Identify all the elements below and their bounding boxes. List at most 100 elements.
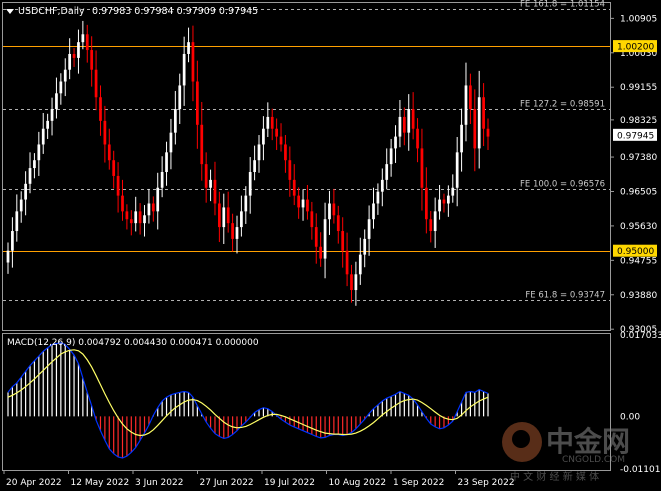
candle-body[interactable] (275, 128, 278, 137)
candle-body[interactable] (323, 219, 327, 259)
candle-body[interactable] (103, 120, 107, 145)
candle-body[interactable] (41, 128, 45, 145)
candle-body[interactable] (6, 250, 10, 263)
candle-body[interactable] (407, 109, 411, 133)
candle-body[interactable] (222, 207, 226, 228)
candle-body[interactable] (319, 246, 323, 259)
candle-body[interactable] (473, 109, 477, 149)
candle-body[interactable] (63, 69, 67, 82)
candle-body[interactable] (284, 144, 287, 161)
candle-body[interactable] (99, 97, 102, 121)
candle-body[interactable] (94, 69, 98, 98)
candle-body[interactable] (411, 109, 415, 129)
candle-body[interactable] (310, 211, 314, 228)
candle-body[interactable] (477, 97, 481, 149)
candle-body[interactable] (147, 203, 151, 216)
candle-body[interactable] (235, 227, 239, 239)
candle-body[interactable] (195, 81, 199, 125)
candle-body[interactable] (182, 53, 186, 86)
candle-body[interactable] (372, 203, 375, 220)
candle-body[interactable] (429, 219, 433, 232)
candle-body[interactable] (129, 219, 133, 224)
candle-body[interactable] (19, 199, 23, 212)
candle-body[interactable] (85, 34, 89, 51)
candle-body[interactable] (455, 152, 459, 188)
candle-body[interactable] (442, 199, 446, 204)
candle-body[interactable] (151, 203, 155, 212)
candle-body[interactable] (59, 81, 63, 94)
candle-body[interactable] (354, 274, 358, 291)
candle-body[interactable] (341, 231, 345, 251)
candle-body[interactable] (332, 203, 336, 216)
candle-body[interactable] (389, 148, 393, 165)
candle-body[interactable] (244, 195, 248, 212)
candle-body[interactable] (447, 195, 450, 204)
candle-body[interactable] (433, 211, 437, 232)
collapse-triangle-icon[interactable] (6, 9, 14, 14)
candle-body[interactable] (279, 136, 283, 145)
candle-body[interactable] (376, 191, 380, 204)
candle-body[interactable] (90, 50, 94, 70)
candle-body[interactable] (134, 211, 138, 224)
candle-body[interactable] (398, 116, 402, 137)
candle-body[interactable] (24, 183, 27, 200)
candle-body[interactable] (394, 136, 397, 149)
candle-body[interactable] (50, 109, 54, 121)
candle-body[interactable] (209, 179, 212, 188)
candle-body[interactable] (424, 187, 428, 220)
candle-body[interactable] (55, 93, 58, 110)
candle-body[interactable] (297, 195, 301, 208)
candle-body[interactable] (257, 144, 261, 161)
candle-body[interactable] (28, 168, 32, 184)
candle-body[interactable] (266, 116, 270, 129)
candle-body[interactable] (464, 85, 468, 125)
candle-body[interactable] (226, 207, 230, 224)
candle-body[interactable] (248, 172, 252, 196)
candle-body[interactable] (367, 219, 371, 239)
candle-body[interactable] (306, 199, 309, 212)
candle-body[interactable] (143, 215, 146, 224)
candle-body[interactable] (262, 128, 265, 145)
candle-body[interactable] (350, 274, 353, 291)
candle-body[interactable] (402, 116, 406, 133)
candle-body[interactable] (336, 215, 340, 232)
candle-body[interactable] (77, 42, 80, 58)
candle-body[interactable] (420, 148, 424, 188)
candle-body[interactable] (107, 144, 111, 161)
candle-body[interactable] (121, 195, 124, 212)
candle-body[interactable] (112, 160, 116, 176)
candle-body[interactable] (37, 144, 41, 161)
candle-body[interactable] (253, 160, 256, 173)
candle-body[interactable] (46, 120, 49, 129)
candle-body[interactable] (218, 203, 221, 228)
candle-body[interactable] (160, 172, 164, 188)
candle-body[interactable] (460, 124, 463, 153)
candle-body[interactable] (482, 97, 485, 129)
candle-body[interactable] (116, 175, 120, 196)
candle-body[interactable] (165, 152, 168, 173)
candle-body[interactable] (138, 211, 142, 224)
candle-body[interactable] (191, 42, 195, 82)
candle-body[interactable] (469, 85, 472, 110)
candle-body[interactable] (204, 164, 208, 188)
candle-body[interactable] (11, 231, 14, 251)
candle-body[interactable] (178, 85, 182, 110)
chart-window[interactable]: FE 161.8 = 1.01154 FE 127.2 = 0.98591 FE 1… (0, 0, 661, 491)
candle-body[interactable] (486, 128, 490, 137)
candle-body[interactable] (156, 187, 160, 212)
candle-body[interactable] (72, 53, 76, 58)
candle-body[interactable] (363, 238, 367, 255)
candle-body[interactable] (125, 211, 129, 220)
candle-body[interactable] (345, 250, 349, 275)
candle-body[interactable] (292, 179, 296, 196)
candle-body[interactable] (173, 109, 177, 133)
candle-body[interactable] (33, 160, 36, 169)
candle-body[interactable] (314, 227, 318, 247)
candle-body[interactable] (416, 128, 419, 149)
candle-body[interactable] (200, 124, 204, 165)
candle-body[interactable] (288, 160, 292, 180)
candle-body[interactable] (385, 164, 389, 180)
candle-body[interactable] (301, 199, 305, 208)
candle-body[interactable] (81, 34, 85, 43)
candle-body[interactable] (68, 53, 72, 70)
